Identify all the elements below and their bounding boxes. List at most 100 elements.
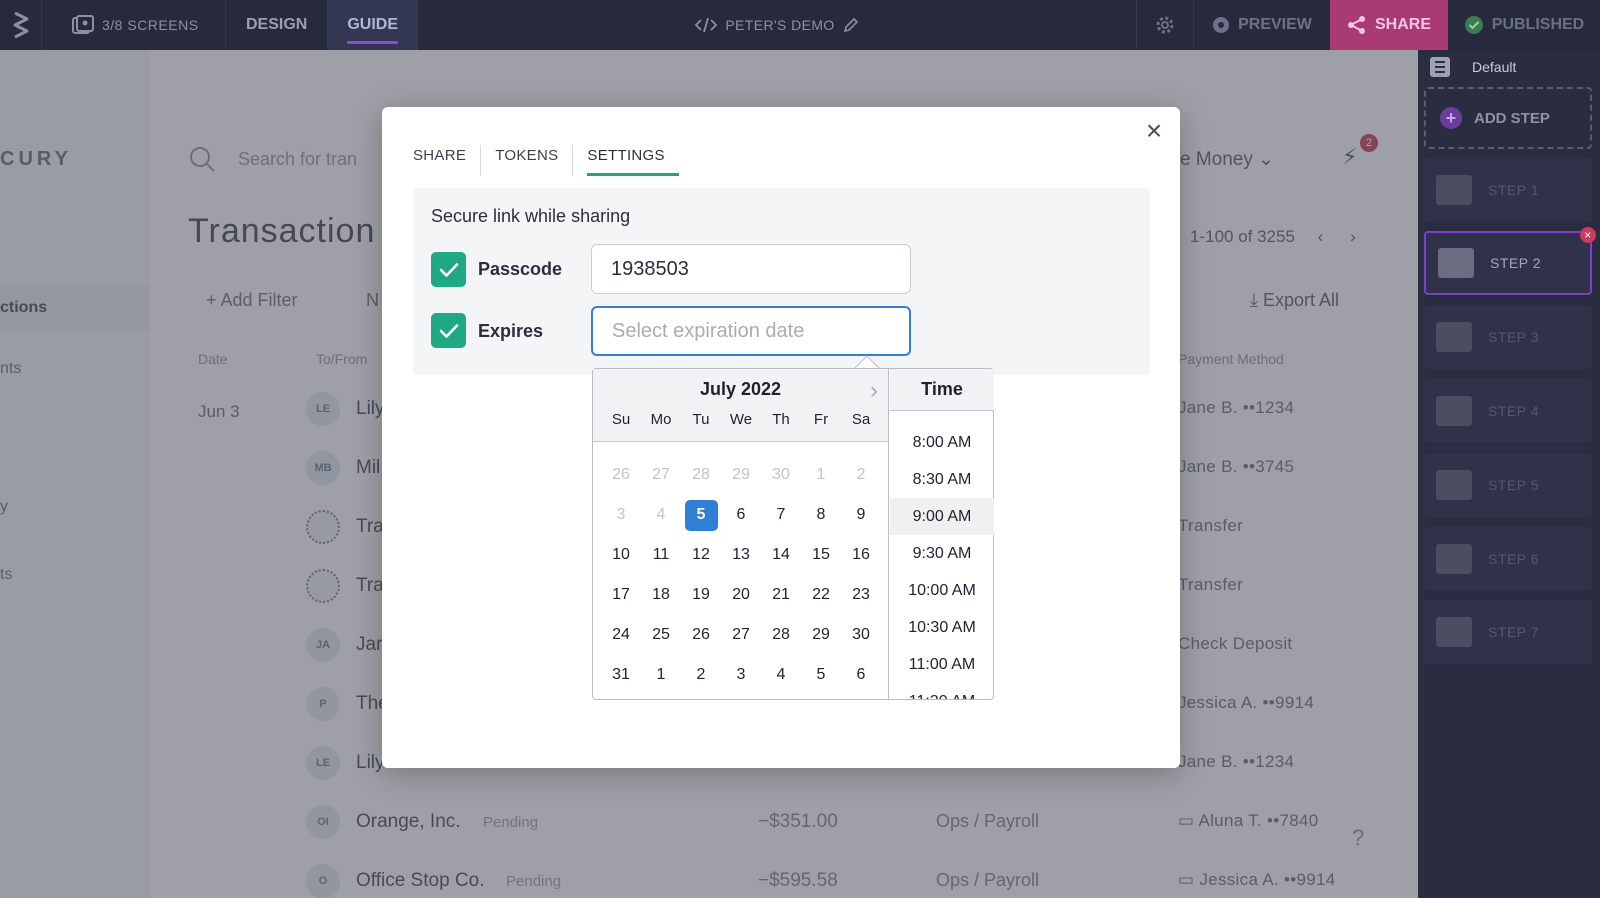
calendar-day[interactable]: 8	[801, 495, 841, 535]
expires-label: Expires	[478, 321, 544, 341]
calendar-day[interactable]: 1	[641, 655, 681, 695]
secure-link-panel: Secure link while sharing Passcode Expir…	[413, 188, 1150, 375]
step-item-4[interactable]: STEP 4	[1424, 379, 1592, 443]
calendar-day-label: 15	[812, 546, 830, 563]
settings-button[interactable]	[1136, 0, 1194, 50]
calendar-day[interactable]: 9	[841, 495, 881, 535]
calendar-day[interactable]: 6	[721, 495, 761, 535]
calendar-day[interactable]: 24	[601, 615, 641, 655]
calendar-day[interactable]: 17	[601, 575, 641, 615]
checkmark-icon	[439, 323, 458, 338]
calendar-day[interactable]: 30	[761, 455, 801, 495]
time-option[interactable]: 9:00 AM	[890, 498, 994, 535]
step-item-6[interactable]: STEP 6	[1424, 527, 1592, 591]
step-item-7[interactable]: STEP 7	[1424, 600, 1592, 664]
time-option[interactable]: 11:00 AM	[890, 646, 994, 683]
calendar-day-selected[interactable]: 5	[681, 495, 721, 535]
calendar-day[interactable]: 11	[641, 535, 681, 575]
tab-tokens[interactable]: TOKENS	[481, 145, 574, 176]
published-status[interactable]: PUBLISHED	[1448, 0, 1600, 50]
calendar-day[interactable]: 3	[721, 655, 761, 695]
calendar-day[interactable]: 26	[601, 455, 641, 495]
calendar-day[interactable]: 12	[681, 535, 721, 575]
calendar-day-label: 6	[736, 506, 746, 523]
share-button[interactable]: SHARE	[1330, 0, 1448, 50]
calendar-day[interactable]: 26	[681, 615, 721, 655]
remove-step-icon[interactable]: ×	[1580, 227, 1596, 243]
calendar-day[interactable]: 28	[761, 615, 801, 655]
weekday-row: Su Mo Tu We Th Fr Sa	[601, 411, 881, 428]
project-name[interactable]: PETER'S DEMO	[418, 0, 1136, 50]
calendar-day[interactable]: 20	[721, 575, 761, 615]
time-option[interactable]: 9:30 AM	[890, 535, 994, 572]
step-item-3[interactable]: STEP 3	[1424, 305, 1592, 369]
calendar-day[interactable]: 21	[761, 575, 801, 615]
time-option[interactable]: 8:00 AM	[890, 424, 994, 461]
calendar-day[interactable]: 25	[641, 615, 681, 655]
calendar-day[interactable]: 15	[801, 535, 841, 575]
tab-design[interactable]: DESIGN	[226, 0, 327, 50]
step-label: STEP 6	[1488, 551, 1539, 567]
calendar-day-label: 4	[776, 666, 786, 683]
date-time-picker: July 2022 › Su Mo Tu We Th Fr Sa 26 27 28 29 30 1 2 3…	[592, 368, 994, 700]
tab-share[interactable]: SHARE	[413, 145, 482, 176]
calendar-day-label: 5	[684, 499, 718, 531]
time-option[interactable]: 11:30 AM	[890, 683, 994, 700]
passcode-checkbox[interactable]	[431, 252, 466, 287]
calendar-day[interactable]: 3	[601, 495, 641, 535]
time-option[interactable]: 8:30 AM	[890, 461, 994, 498]
calendar-day[interactable]: 1	[801, 455, 841, 495]
calendar-day[interactable]: 5	[801, 655, 841, 695]
preview-button[interactable]: PREVIEW	[1194, 0, 1330, 50]
guide-steps-panel: Default + ADD STEP STEP 1 STEP 2 × STEP 3…	[1418, 50, 1600, 898]
calendar-day-label: 17	[612, 586, 630, 603]
calendar-day[interactable]: 10	[601, 535, 641, 575]
panel-header: Default	[1418, 50, 1600, 84]
preview-label: PREVIEW	[1238, 16, 1312, 33]
calendar-day[interactable]: 19	[681, 575, 721, 615]
calendar-day[interactable]: 2	[681, 655, 721, 695]
calendar-day[interactable]: 27	[641, 455, 681, 495]
app-logo[interactable]	[0, 0, 42, 50]
calendar-day[interactable]: 29	[721, 455, 761, 495]
tab-guide[interactable]: GUIDE	[327, 0, 419, 50]
step-label: STEP 7	[1488, 624, 1539, 640]
calendar-day[interactable]: 28	[681, 455, 721, 495]
calendar-day[interactable]: 27	[721, 615, 761, 655]
calendar-day[interactable]: 4	[761, 655, 801, 695]
calendar-day-label: 16	[852, 546, 870, 563]
calendar-day-label: 7	[776, 506, 786, 523]
expiration-date-input[interactable]	[591, 306, 911, 356]
calendar-day[interactable]: 22	[801, 575, 841, 615]
calendar-day[interactable]: 4	[641, 495, 681, 535]
step-item-1[interactable]: STEP 1	[1424, 158, 1592, 222]
calendar-day[interactable]: 7	[761, 495, 801, 535]
screens-counter[interactable]: 3/8 SCREENS	[42, 0, 226, 50]
calendar-day-label: 20	[732, 586, 750, 603]
calendar-day[interactable]: 31	[601, 655, 641, 695]
calendar-day[interactable]: 23	[841, 575, 881, 615]
screens-icon	[72, 15, 94, 34]
calendar-day[interactable]: 16	[841, 535, 881, 575]
calendar-day[interactable]: 29	[801, 615, 841, 655]
tab-settings[interactable]: SETTINGS	[573, 145, 680, 176]
calendar-day[interactable]: 18	[641, 575, 681, 615]
expires-checkbox[interactable]	[431, 313, 466, 348]
calendar-day-label: 30	[772, 466, 790, 483]
weekday-label: We	[729, 411, 753, 428]
calendar-day[interactable]: 6	[841, 655, 881, 695]
calendar-day[interactable]: 2	[841, 455, 881, 495]
add-step-button[interactable]: + ADD STEP	[1424, 87, 1592, 149]
pencil-icon[interactable]	[843, 17, 859, 33]
time-option[interactable]: 10:30 AM	[890, 609, 994, 646]
step-item-5[interactable]: STEP 5	[1424, 453, 1592, 517]
calendar-day[interactable]: 13	[721, 535, 761, 575]
next-month-icon[interactable]: ›	[870, 377, 878, 405]
calendar-day[interactable]: 14	[761, 535, 801, 575]
calendar-day[interactable]: 30	[841, 615, 881, 655]
step-item-2[interactable]: STEP 2 ×	[1424, 227, 1596, 295]
close-icon[interactable]: ×	[1140, 115, 1168, 146]
time-option[interactable]: 10:00 AM	[890, 572, 994, 609]
passcode-input[interactable]	[591, 244, 911, 294]
add-step-label: ADD STEP	[1474, 109, 1550, 127]
